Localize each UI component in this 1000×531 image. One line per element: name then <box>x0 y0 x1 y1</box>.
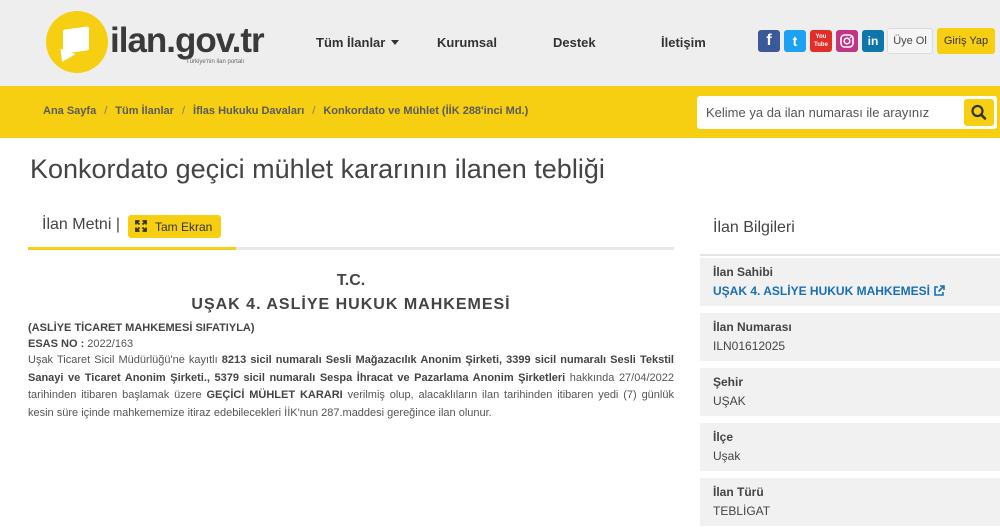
breadcrumb-item-all-listings[interactable]: Tüm İlanlar <box>115 105 174 117</box>
facebook-icon[interactable]: f <box>758 30 780 52</box>
breadcrumb-separator: / <box>104 105 108 117</box>
search-icon <box>971 104 987 120</box>
body-segment: Uşak Ticaret Sicil Müdürlüğü'ne kayıtlı <box>28 354 222 366</box>
nav-item-label: İletişim <box>661 35 706 50</box>
info-field-value: UŞAK 4. ASLİYE HUKUK MAHKEMESİ <box>713 284 930 298</box>
linkedin-icon[interactable]: in <box>862 30 884 52</box>
expand-icon <box>135 220 147 232</box>
fullscreen-button[interactable]: Tam Ekran <box>128 215 221 238</box>
info-field-number: İlan Numarası ILN01612025 <box>700 313 1000 361</box>
nav-item-label: Tüm İlanlar <box>316 35 386 50</box>
youtube-icon[interactable]: You Tube <box>810 30 832 52</box>
twitter-icon[interactable]: t <box>784 30 806 52</box>
info-field-owner-link[interactable]: UŞAK 4. ASLİYE HUKUK MAHKEMESİ <box>713 284 945 298</box>
login-button[interactable]: Giriş Yap <box>937 28 995 54</box>
nav-item-iletisim[interactable]: İletişim <box>661 35 706 50</box>
breadcrumb: Ana Sayfa / Tüm İlanlar / İflas Hukuku Daval… <box>43 105 528 117</box>
logo-tagline: Türkiye'nin ilan portalı <box>186 59 245 65</box>
instagram-icon[interactable] <box>836 30 858 52</box>
info-panel-title: İlan Bilgileri <box>713 219 795 236</box>
document-esas-no: ESAS NO : 2022/163 <box>28 336 674 352</box>
info-field-type: İlan Türü TEBLİGAT <box>700 478 1000 526</box>
document-heading-tc: T.C. <box>336 272 366 289</box>
esas-label: ESAS NO : <box>28 338 85 350</box>
info-field-label: İlan Numarası <box>713 320 792 334</box>
breadcrumb-separator: / <box>312 105 316 117</box>
info-field-city: Şehir UŞAK <box>700 368 1000 416</box>
info-field-district: İlçe Uşak <box>700 423 1000 471</box>
info-field-label: Şehir <box>713 375 744 389</box>
site-header: ilan.gov.tr Türkiye'nin ilan portalı Tüm… <box>0 0 1000 86</box>
search-input[interactable] <box>697 96 961 129</box>
document-body: Uşak Ticaret Sicil Müdürlüğü'ne kayıtlı … <box>28 352 674 422</box>
chevron-down-icon <box>391 40 400 46</box>
nav-item-destek[interactable]: Destek <box>553 35 596 50</box>
info-field-owner: İlan Sahibi UŞAK 4. ASLİYE HUKUK MAHKEME… <box>700 258 1000 306</box>
breadcrumb-separator: / <box>181 105 186 117</box>
breadcrumb-item-current[interactable]: Konkordato ve Mühlet (İİK 288'inci Md.) <box>323 105 528 117</box>
info-field-label: İlan Türü <box>713 485 764 499</box>
external-link-icon <box>934 285 945 296</box>
breadcrumb-bar: Ana Sayfa / Tüm İlanlar / İflas Hukuku Daval… <box>0 86 1000 138</box>
listing-document: T.C. UŞAK 4. ASLİYE HUKUK MAHKEMESİ (ASL… <box>28 262 674 422</box>
info-panel-divider <box>700 254 1000 256</box>
info-field-label: İlan Sahibi <box>713 265 774 279</box>
nav-item-label: Kurumsal <box>437 35 497 50</box>
fullscreen-label: Tam Ekran <box>155 220 213 234</box>
info-field-value: ILN01612025 <box>713 339 786 353</box>
nav-item-kurumsal[interactable]: Kurumsal <box>437 35 497 50</box>
document-heading-court: UŞAK 4. ASLİYE HUKUK MAHKEMESİ <box>191 296 511 313</box>
info-field-label: İlçe <box>713 430 734 444</box>
document-subheading: (ASLİYE TİCARET MAHKEMESİ SIFATIYLA) <box>28 322 255 334</box>
info-field-value: TEBLİGAT <box>713 504 771 518</box>
site-logo[interactable]: ilan.gov.tr Türkiye'nin ilan portalı <box>46 11 265 75</box>
page-title: Konkordato geçici mühlet kararının ilane… <box>30 154 605 184</box>
info-field-value: Uşak <box>713 449 741 463</box>
tab-label: İlan Metni | <box>42 216 120 233</box>
nav-item-label: Destek <box>553 35 596 50</box>
body-segment-bold: GEÇİCİ MÜHLET KARARI <box>206 389 343 401</box>
breadcrumb-item-bankruptcy[interactable]: İflas Hukuku Davaları <box>193 105 304 117</box>
logo-icon <box>46 11 108 73</box>
tab-ilan-metni[interactable]: İlan Metni | Tam Ekran <box>28 210 236 250</box>
info-field-value: UŞAK <box>713 394 746 408</box>
search-box <box>697 96 997 129</box>
esas-value: 2022/163 <box>84 338 134 350</box>
tab-bar: İlan Metni | Tam Ekran <box>28 210 674 250</box>
nav-item-tum-ilanlar[interactable]: Tüm İlanlar <box>316 35 400 50</box>
logo-text: ilan.gov.tr <box>110 21 265 60</box>
register-button[interactable]: Üye Ol <box>887 28 933 54</box>
breadcrumb-item-home[interactable]: Ana Sayfa <box>43 105 96 117</box>
search-button[interactable] <box>964 99 994 126</box>
